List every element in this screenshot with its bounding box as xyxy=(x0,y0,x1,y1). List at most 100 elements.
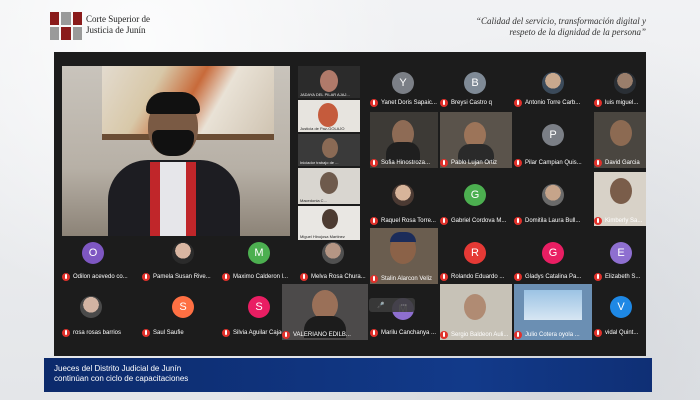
news-caption: Jueces del Distrito Judicial de Junín co… xyxy=(44,358,652,392)
video-conference-window: JADAYA DEL PILAR AJAJ... Justicia de Paz… xyxy=(54,52,646,356)
participant-photo xyxy=(322,242,344,264)
mini-tile[interactable]: Iniciador trabajo de ... xyxy=(298,134,360,166)
mic-muted-icon xyxy=(594,98,602,107)
participant-avatar: S xyxy=(172,296,194,318)
participant-name: vidal Quint... xyxy=(594,327,638,338)
mic-muted-icon xyxy=(514,330,522,339)
mini-tile[interactable]: Miguel Hinojosa Martinez xyxy=(298,206,360,240)
mini-tile[interactable]: Justicia de Paz-GOLAJO xyxy=(298,100,360,132)
caption-line2: continúan con ciclo de capacitaciones xyxy=(54,374,189,383)
participant-tile[interactable]: Antonio Torre Carb... xyxy=(514,68,592,108)
mic-muted-icon xyxy=(222,328,230,337)
mic-muted-icon xyxy=(440,330,448,339)
participant-name: Kimberly Sa... xyxy=(594,215,642,226)
participant-name: Rolando Eduardo ... xyxy=(440,271,504,282)
participant-tile[interactable]: Julio Cotera oyola ... xyxy=(514,284,592,340)
motto-line2: respeto de la dignidad de la persona” xyxy=(509,27,646,37)
motto: “Calidad del servicio, transformación di… xyxy=(446,16,646,38)
participant-name: VALERIANO EDILB... xyxy=(282,329,351,340)
mic-muted-icon xyxy=(370,158,378,167)
participant-name: Pilar Campian Quis... xyxy=(514,157,582,168)
caption-line1: Jueces del Distrito Judicial de Junín xyxy=(54,364,182,373)
participant-avatar: R xyxy=(464,242,486,264)
participant-tile[interactable]: Pamela Susan Rive... xyxy=(142,240,220,282)
mic-muted-icon xyxy=(440,216,448,225)
mic-muted-icon xyxy=(514,98,522,107)
participant-avatar: B xyxy=(464,72,486,94)
mic-muted-icon xyxy=(440,98,448,107)
participant-avatar: O xyxy=(82,242,104,264)
participant-tile[interactable]: Stalin Alarcon Veliz xyxy=(370,228,438,284)
mini-tile-label: Justicia de Paz-GOLAJO xyxy=(300,126,345,131)
mic-muted-icon xyxy=(62,272,70,281)
mic-muted-icon xyxy=(370,98,378,107)
mic-muted-icon xyxy=(594,272,602,281)
participant-avatar: G xyxy=(542,242,564,264)
participant-name: Yanet Doris Sapaic... xyxy=(370,97,437,108)
mic-muted-icon xyxy=(142,328,150,337)
participant-tile[interactable]: luis miguel... xyxy=(594,68,646,108)
mic-muted-icon xyxy=(370,216,378,225)
mic-muted-icon xyxy=(594,216,602,225)
participant-name: Domitila Laura Bull... xyxy=(514,215,580,226)
participant-tile[interactable]: rosa rosas barrios xyxy=(62,292,140,338)
participant-name: Stalin Alarcon Veliz xyxy=(370,273,432,284)
mic-muted-icon xyxy=(440,272,448,281)
participant-tile[interactable]: O Odilon acevedo co... xyxy=(62,240,140,282)
participant-photo xyxy=(392,184,414,206)
participant-tile[interactable]: G Gladys Catalina Pa... xyxy=(514,240,592,282)
participant-tile[interactable]: B Breysi Castro q xyxy=(440,68,512,108)
participant-avatar: G xyxy=(464,184,486,206)
participant-name: Breysi Castro q xyxy=(440,97,492,108)
mini-tile-label: Macedonia C... xyxy=(300,198,327,203)
participant-name: David Garcia xyxy=(594,157,640,168)
participant-name: Maximo Calderon l... xyxy=(222,271,288,282)
participant-photo xyxy=(542,72,564,94)
participant-name: Saul Saufie xyxy=(142,327,184,338)
participant-name: Raquel Rosa Torre... xyxy=(370,215,436,226)
participant-avatar: P xyxy=(542,124,564,146)
mic-muted-icon xyxy=(142,272,150,281)
active-speaker-video[interactable] xyxy=(62,66,290,236)
participant-name: Pamela Susan Rive... xyxy=(142,271,211,282)
participant-tile[interactable]: V vidal Quint... xyxy=(594,292,646,338)
participant-tile[interactable]: Melva Rosa Chura... xyxy=(300,240,368,282)
face-mask xyxy=(152,130,194,156)
participant-avatar: E xyxy=(610,242,632,264)
participant-photo xyxy=(80,296,102,318)
mic-icon[interactable]: 🎤 xyxy=(377,302,384,309)
participant-tile[interactable]: Kimberly Sa... xyxy=(594,172,646,226)
participant-tile[interactable]: E Elizabeth S... xyxy=(594,240,646,282)
mic-muted-icon xyxy=(514,158,522,167)
participant-photo xyxy=(542,184,564,206)
participant-tile[interactable]: M Maximo Calderon l... xyxy=(222,240,298,282)
court-logo xyxy=(50,12,82,40)
participant-tile[interactable]: Sofia Hinostroza... xyxy=(370,112,438,168)
participant-photo xyxy=(172,242,194,264)
participant-name: Elizabeth S... xyxy=(594,271,640,282)
participant-tile[interactable]: Sergio Baldeon Auli... xyxy=(440,284,512,340)
participant-name: Silvia Aguilar Cajac... xyxy=(222,327,289,338)
more-options-icon[interactable]: ⋯ xyxy=(401,302,407,309)
participant-tile[interactable]: P Pilar Campian Quis... xyxy=(514,112,592,168)
mic-muted-icon xyxy=(440,158,448,167)
mic-muted-icon xyxy=(594,158,602,167)
participant-tile[interactable]: S Saul Saufie xyxy=(142,292,220,338)
participant-tile[interactable]: G Gabriel Cordova M... xyxy=(440,172,512,226)
participant-tile[interactable]: Domitila Laura Bull... xyxy=(514,172,592,226)
mic-muted-icon xyxy=(62,328,70,337)
participant-tile[interactable]: R Rolando Eduardo ... xyxy=(440,240,512,282)
participant-name: luis miguel... xyxy=(594,97,638,108)
motto-line1: “Calidad del servicio, transformación di… xyxy=(476,16,646,26)
participant-name: Pablo Lujan Ortiz xyxy=(440,157,497,168)
participant-tile[interactable]: David Garcia xyxy=(594,112,646,168)
participant-tile[interactable]: VALERIANO EDILB... xyxy=(282,284,368,340)
mini-tile[interactable]: Macedonia C... xyxy=(298,168,360,204)
participant-tile[interactable]: Pablo Lujan Ortiz xyxy=(440,112,512,168)
tile-hover-controls[interactable]: 🎤 ⋯ xyxy=(369,298,415,312)
participant-tile[interactable]: Raquel Rosa Torre... xyxy=(370,172,438,226)
participant-tile[interactable]: Y Yanet Doris Sapaic... xyxy=(370,68,438,108)
org-name-line1: Corte Superior de xyxy=(86,14,150,24)
mini-tile[interactable]: JADAYA DEL PILAR AJAJ... xyxy=(298,66,360,98)
participant-name: Julio Cotera oyola ... xyxy=(514,329,580,340)
